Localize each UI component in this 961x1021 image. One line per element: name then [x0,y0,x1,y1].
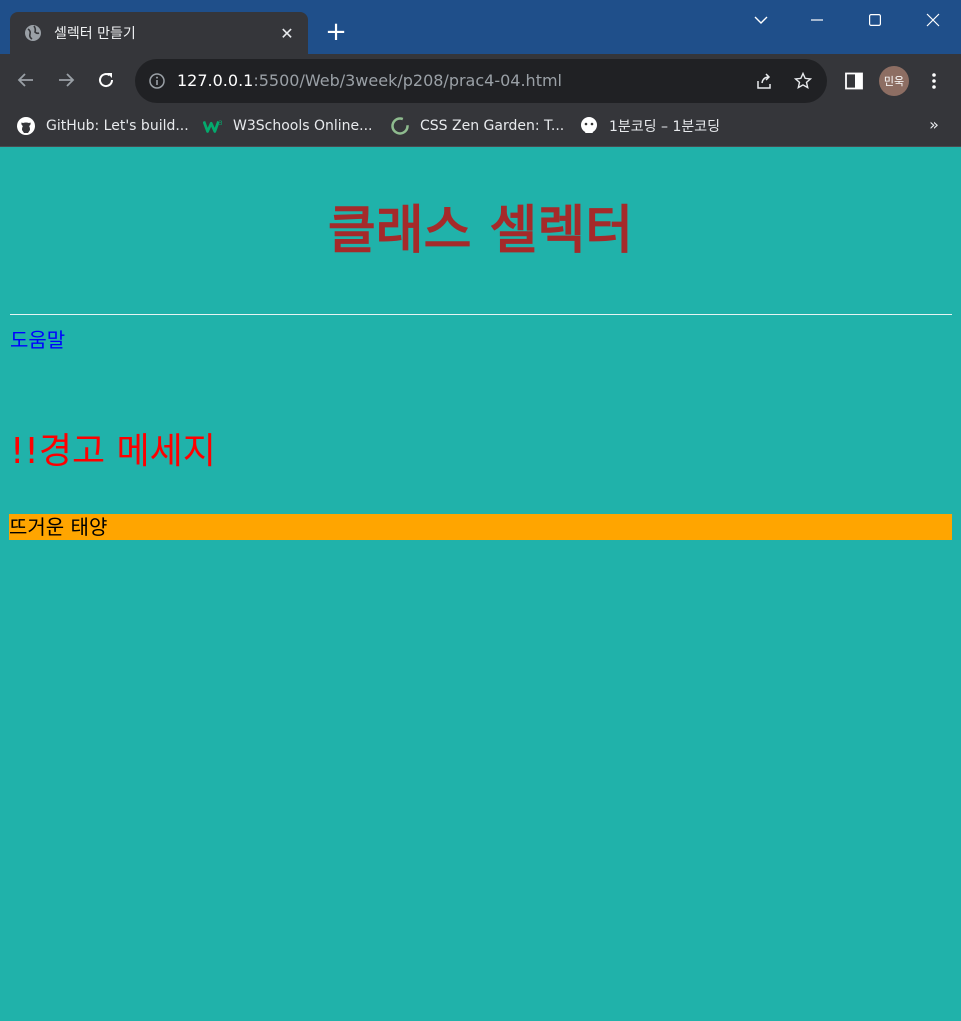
bookmarks-overflow-button[interactable]: » [924,110,944,138]
help-text: 도움말 [10,328,66,352]
hot-sun-bar: 뜨거운 태양 [9,514,952,540]
tab-search-icon[interactable] [738,0,784,40]
github-icon [16,116,36,136]
forward-arrow-icon[interactable] [52,66,80,94]
title-bar: 셀렉터 만들기 ✕ + [0,0,961,54]
share-icon[interactable] [753,70,775,92]
url-text[interactable]: 127.0.0.1:5500/Web/3week/p208/prac4-04.h… [177,71,562,90]
bookmark-1min-coding[interactable]: 1분코딩 – 1분코딩 [579,114,720,138]
browser-tab[interactable]: 셀렉터 만들기 ✕ [10,12,308,54]
tab-title: 셀렉터 만들기 [54,26,136,42]
close-window-icon[interactable] [910,0,956,40]
address-bar[interactable]: 127.0.0.1:5500/Web/3week/p208/prac4-04.h… [135,59,827,103]
minimize-icon[interactable] [794,0,840,40]
maximize-icon[interactable] [852,0,898,40]
url-path: :5500/Web/3week/p208/prac4-04.html [253,71,562,90]
page-heading: 클래스 셀렉터 [327,201,634,261]
bookmark-github[interactable]: GitHub: Let's build... [16,114,189,138]
back-arrow-icon[interactable] [12,66,40,94]
bookmark-label: W3Schools Online... [233,118,373,134]
reload-icon[interactable] [92,66,120,94]
coding-mascot-icon [579,116,599,136]
warning-message: !!경고 메세지 [10,431,216,472]
tab-close-icon[interactable]: ✕ [276,22,298,44]
side-panel-icon[interactable] [842,69,866,93]
page-viewport: 클래스 셀렉터 도움말 !!경고 메세지 뜨거운 태양 [0,147,961,1021]
w3schools-icon: 3 [203,116,223,136]
bookmark-zen-garden[interactable]: CSS Zen Garden: T... [390,114,564,138]
horizontal-rule [10,314,952,315]
bookmark-w3schools[interactable]: 3 W3Schools Online... [203,114,372,138]
globe-icon [24,24,42,42]
url-host: 127.0.0.1 [177,71,254,90]
profile-avatar[interactable]: 민욱 [879,66,909,96]
zen-garden-icon [390,116,410,136]
bookmark-label: 1분코딩 – 1분코딩 [609,119,720,135]
bookmark-label: GitHub: Let's build... [46,118,189,134]
svg-text:3: 3 [218,120,222,127]
site-info-icon[interactable] [147,71,167,91]
bookmark-star-icon[interactable] [792,70,814,92]
bookmark-label: CSS Zen Garden: T... [420,118,565,134]
new-tab-button[interactable]: + [322,18,350,46]
more-menu-icon[interactable] [922,69,946,93]
